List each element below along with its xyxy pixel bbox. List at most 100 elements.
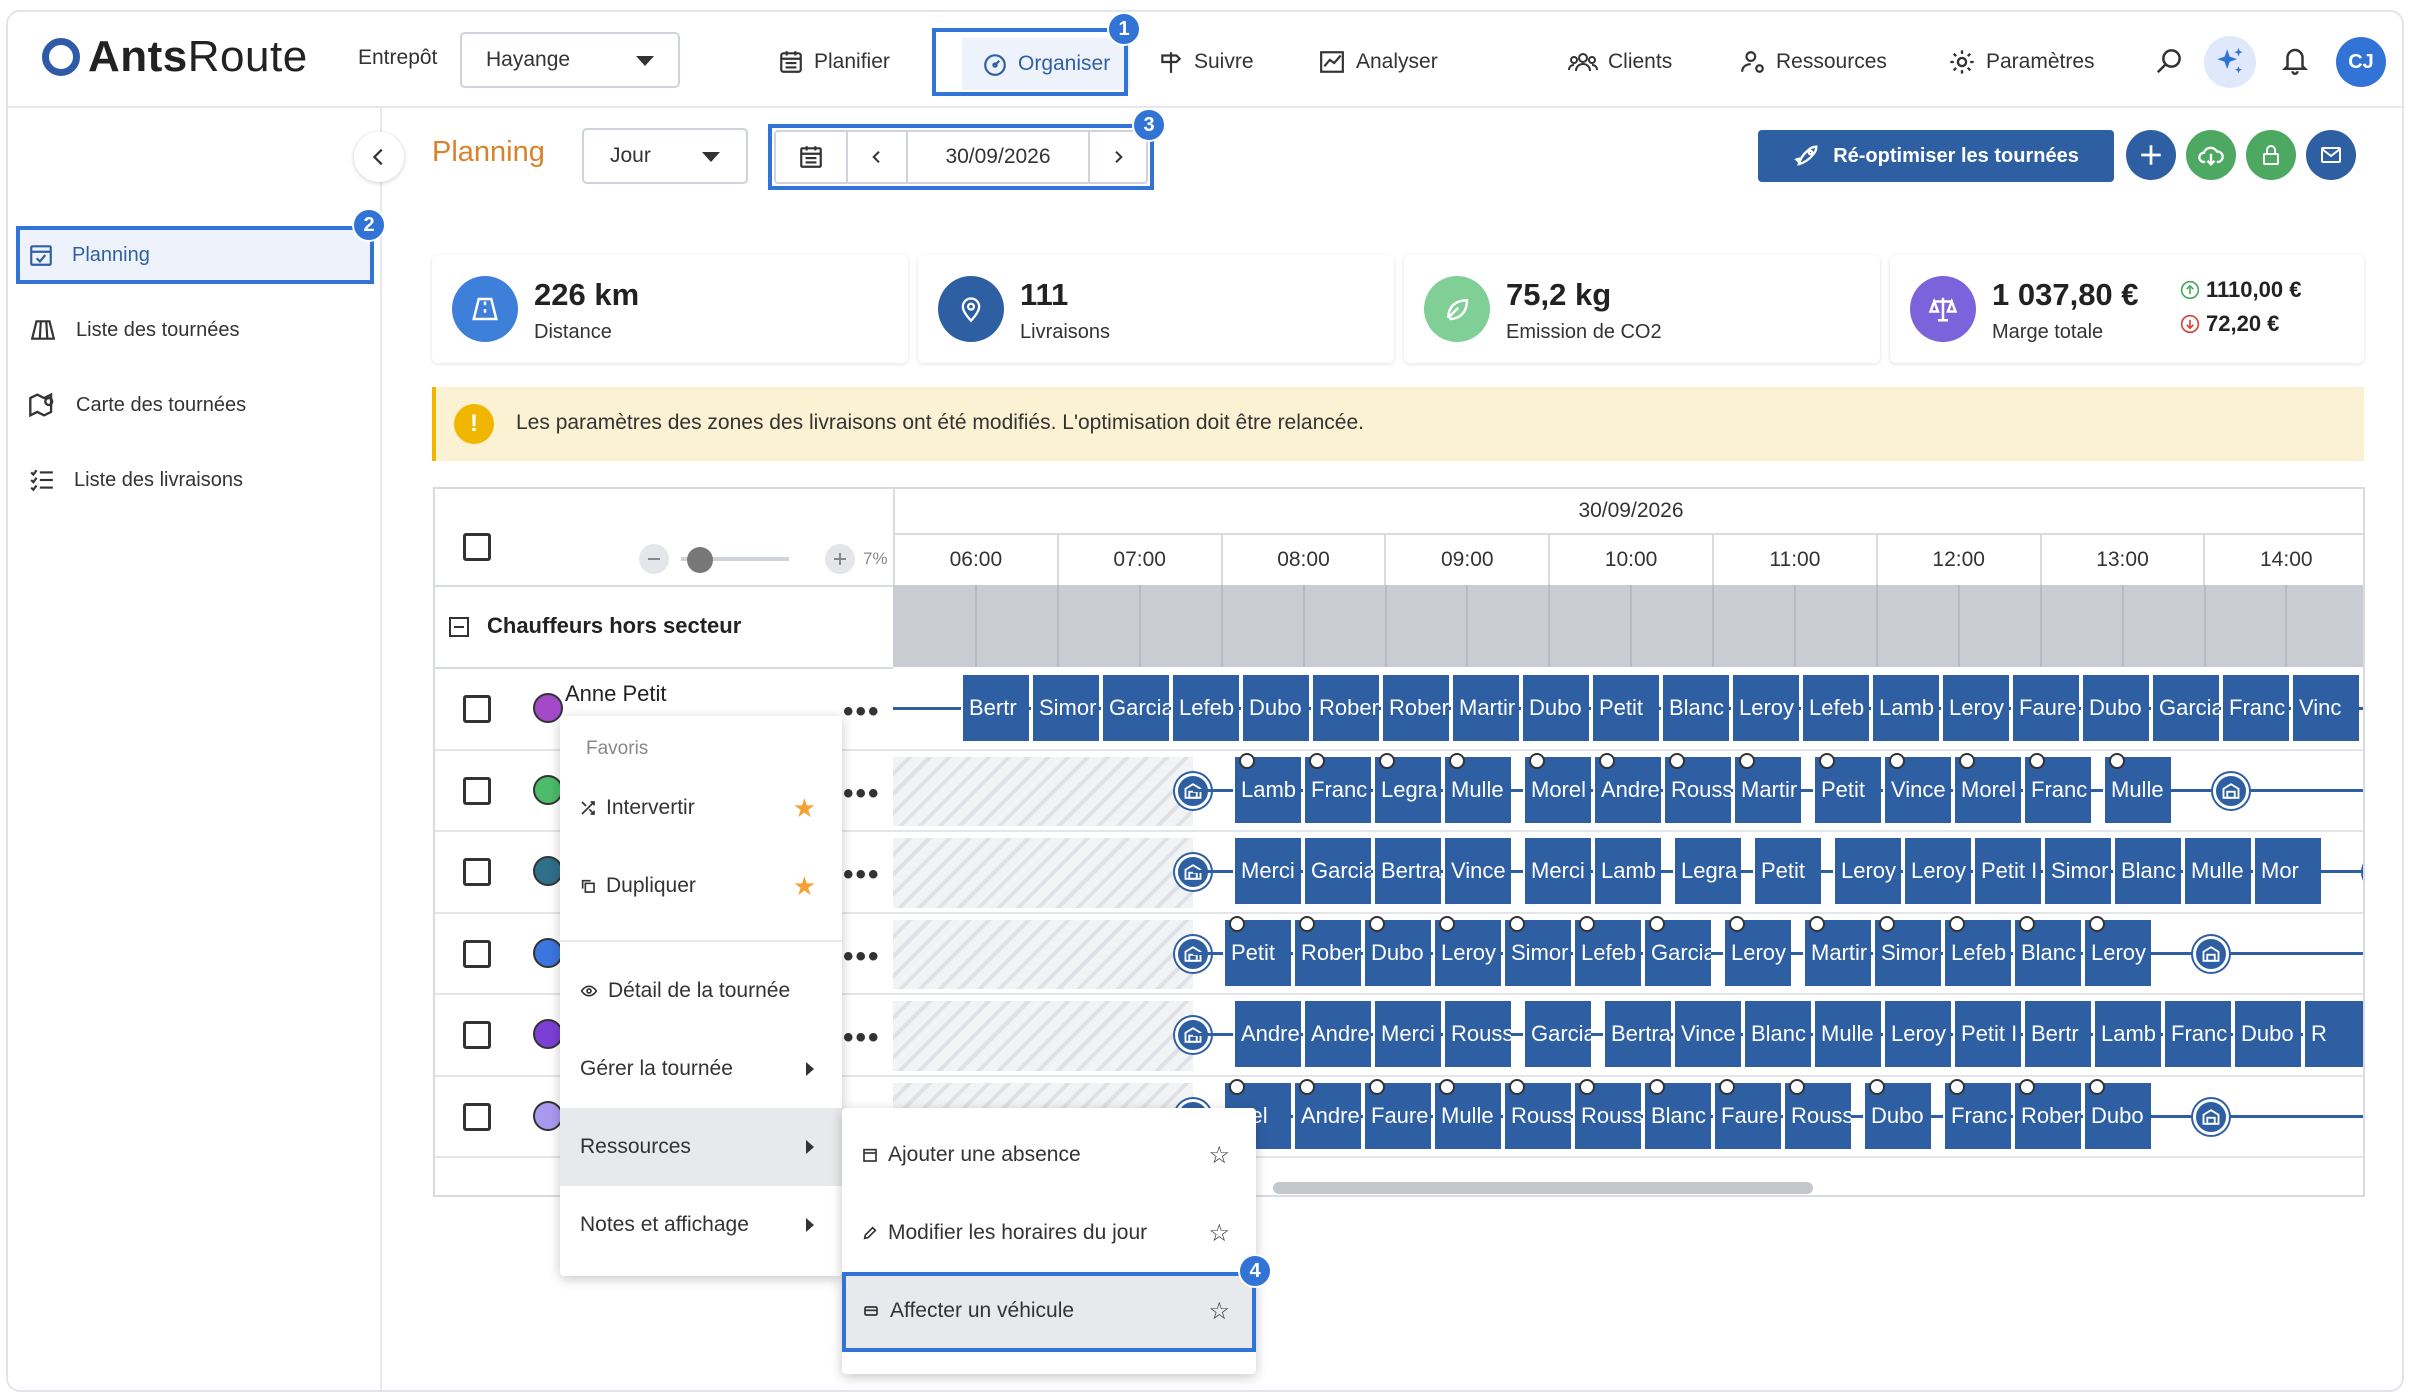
collapse-sidebar-button[interactable] — [354, 132, 404, 182]
delivery-slot[interactable]: Petit I — [1953, 1001, 2021, 1067]
delivery-slot[interactable]: Mulle — [2183, 838, 2251, 904]
row-more-options-icon[interactable]: ••• — [843, 860, 881, 890]
select-all-checkbox[interactable] — [463, 533, 491, 561]
depot-end-icon[interactable] — [2193, 935, 2229, 972]
delivery-slot[interactable]: Leroy — [1833, 838, 1901, 904]
delivery-slot[interactable]: Leroy — [1731, 675, 1799, 741]
delivery-slot[interactable]: Leroy — [1903, 838, 1971, 904]
delivery-slot[interactable]: Rober — [1381, 675, 1449, 741]
delivery-slot[interactable]: Lamb — [1593, 838, 1661, 904]
delivery-slot[interactable]: Vince — [1673, 1001, 1741, 1067]
submenu-item-modifier-horaires[interactable]: Modifier les horaires du jour ☆ — [842, 1194, 1256, 1272]
delivery-slot[interactable]: Simor — [2043, 838, 2111, 904]
zoom-in-button[interactable] — [825, 544, 855, 574]
delivery-slot[interactable]: Dubo — [2081, 675, 2149, 741]
delivery-slot[interactable]: Dubo — [1241, 675, 1309, 741]
delivery-slot[interactable]: Dubo — [2233, 1001, 2301, 1067]
delivery-slot[interactable]: Andre — [1233, 1001, 1301, 1067]
submenu-item-ajouter-absence[interactable]: Ajouter une absence ☆ — [842, 1116, 1256, 1194]
cloud-sync-button[interactable] — [2186, 130, 2236, 180]
delivery-slot[interactable]: Lefeb — [1801, 675, 1869, 741]
delivery-slot[interactable]: Vince — [1443, 838, 1511, 904]
delivery-slot[interactable]: Merci — [1373, 1001, 1441, 1067]
delivery-slot[interactable]: Andre — [1303, 1001, 1371, 1067]
delivery-slot[interactable]: Vinc — [2291, 675, 2359, 741]
menu-item-detail-tournee[interactable]: Détail de la tournée — [560, 952, 842, 1030]
view-mode-select[interactable]: Jour — [582, 128, 748, 184]
delivery-slot[interactable]: Franc — [2163, 1001, 2231, 1067]
delivery-slot[interactable]: Simor — [1031, 675, 1099, 741]
delivery-slot[interactable]: Mor — [2253, 838, 2321, 904]
nav-planifier[interactable]: Planifier — [778, 42, 890, 82]
star-filled-icon[interactable]: ★ — [793, 871, 816, 902]
delivery-slot[interactable]: Bertra — [1603, 1001, 1671, 1067]
email-button[interactable] — [2306, 130, 2356, 180]
delivery-slot[interactable]: Bertra — [1373, 838, 1441, 904]
row-more-options-icon[interactable]: ••• — [843, 778, 881, 808]
nav-analyser[interactable]: Analyser — [1318, 42, 1438, 82]
reoptimize-button[interactable]: Ré-optimiser les tournées — [1758, 130, 2114, 182]
menu-item-gerer-tournee[interactable]: Gérer la tournée — [560, 1030, 842, 1108]
collapse-group-icon[interactable] — [449, 617, 469, 637]
delivery-slot[interactable]: Blanc — [1661, 675, 1729, 741]
row-checkbox[interactable] — [463, 858, 491, 886]
row-checkbox[interactable] — [463, 1102, 491, 1131]
add-button[interactable] — [2126, 130, 2176, 180]
search-icon[interactable] — [2154, 46, 2184, 76]
star-outline-icon[interactable]: ☆ — [1208, 1141, 1230, 1170]
delivery-slot[interactable]: Leroy — [1883, 1001, 1951, 1067]
delivery-slot[interactable]: Rouss — [1443, 1001, 1511, 1067]
zoom-out-button[interactable] — [639, 544, 669, 574]
delivery-slot[interactable]: Garcia — [1523, 1001, 1591, 1067]
bell-icon[interactable] — [2280, 44, 2310, 76]
delivery-slot[interactable]: Lamb — [2093, 1001, 2161, 1067]
delivery-slot[interactable]: Bertr — [961, 675, 1029, 741]
row-checkbox[interactable] — [463, 1021, 491, 1049]
delivery-slot[interactable]: Lefeb — [1171, 675, 1239, 741]
sidebar-item-carte-tournees[interactable]: Carte des tournées — [28, 385, 246, 425]
nav-ressources[interactable]: Ressources — [1740, 42, 1887, 82]
entrepot-select[interactable]: Hayange — [460, 32, 680, 88]
delivery-slot[interactable]: Legra — [1673, 838, 1741, 904]
delivery-slot[interactable]: Mulle — [1813, 1001, 1881, 1067]
nav-suivre[interactable]: Suivre — [1158, 42, 1254, 82]
star-filled-icon[interactable]: ★ — [793, 793, 816, 824]
delivery-slot[interactable]: Blanc — [1743, 1001, 1811, 1067]
delivery-slot[interactable]: Dubo — [1521, 675, 1589, 741]
delivery-slot[interactable]: R — [2303, 1001, 2363, 1067]
menu-item-notes-affichage[interactable]: Notes et affichage — [560, 1186, 842, 1264]
delivery-slot[interactable]: Petit — [1591, 675, 1659, 741]
delivery-slot[interactable]: Martir — [1451, 675, 1519, 741]
depot-end-icon[interactable] — [2363, 854, 2365, 890]
user-avatar[interactable]: CJ — [2336, 37, 2386, 87]
depot-end-icon[interactable] — [2213, 772, 2249, 809]
delivery-slot[interactable]: Garcia — [2151, 675, 2219, 741]
row-more-options-icon[interactable]: ••• — [843, 1023, 881, 1053]
sidebar-item-liste-livraisons[interactable]: Liste des livraisons — [28, 460, 243, 500]
menu-item-intervertir[interactable]: Intervertir ★ — [560, 769, 842, 847]
delivery-slot[interactable]: Franc — [2221, 675, 2289, 741]
delivery-slot[interactable]: Petit — [1753, 838, 1821, 904]
delivery-slot[interactable]: Rober — [1311, 675, 1379, 741]
delivery-slot[interactable]: Garcia — [1303, 838, 1371, 904]
star-outline-icon[interactable]: ☆ — [1208, 1219, 1230, 1248]
delivery-slot[interactable]: Faure — [2011, 675, 2079, 741]
delivery-slot[interactable]: Garcia — [1101, 675, 1169, 741]
ai-assistant-button[interactable] — [2204, 36, 2256, 88]
zoom-slider-handle[interactable] — [687, 547, 713, 573]
delivery-slot[interactable]: Merci — [1233, 838, 1301, 904]
horizontal-scrollbar[interactable] — [1273, 1182, 1813, 1194]
group-header[interactable]: Chauffeurs hors secteur — [435, 585, 893, 669]
delivery-slot[interactable]: Lamb — [1871, 675, 1939, 741]
nav-clients[interactable]: Clients — [1568, 42, 1672, 82]
menu-item-ressources[interactable]: Ressources — [560, 1108, 842, 1186]
delivery-slot[interactable]: Bertr — [2023, 1001, 2091, 1067]
nav-parametres[interactable]: Paramètres — [1948, 42, 2095, 82]
row-checkbox[interactable] — [463, 939, 491, 968]
delivery-slot[interactable]: Petit I — [1973, 838, 2041, 904]
sidebar-item-liste-tournees[interactable]: Liste des tournées — [28, 310, 239, 350]
row-checkbox[interactable] — [463, 776, 491, 805]
lock-button[interactable] — [2246, 130, 2296, 180]
row-more-options-icon[interactable]: ••• — [843, 941, 881, 971]
delivery-slot[interactable]: Blanc — [2113, 838, 2181, 904]
